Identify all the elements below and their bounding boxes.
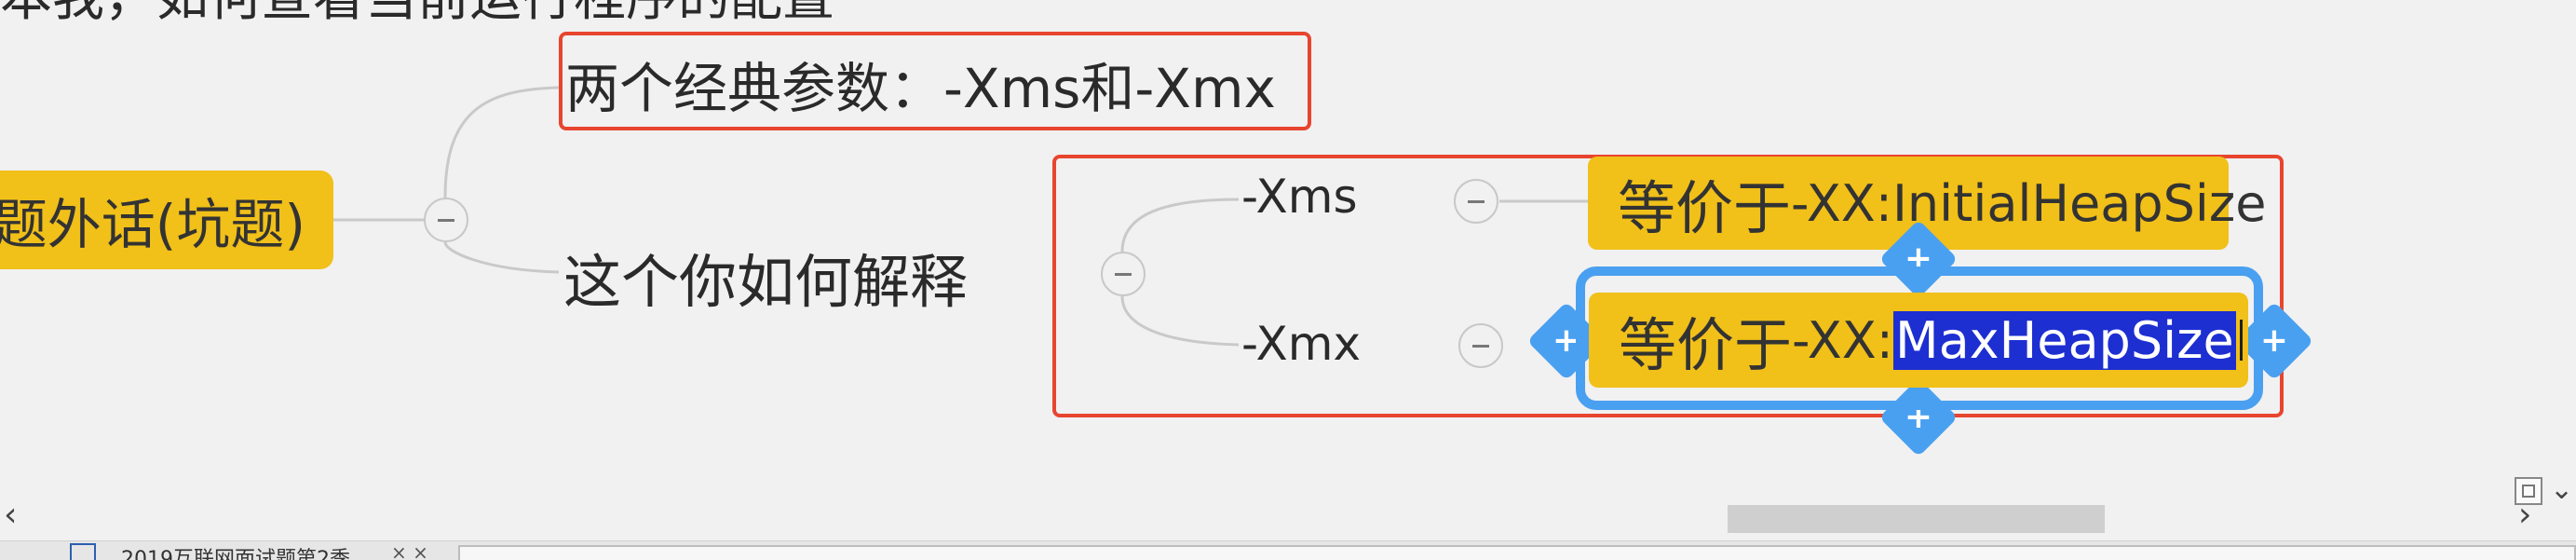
sub-topic-xmx[interactable]: -Xmx: [1241, 317, 1361, 371]
xmx-equiv-selected-text[interactable]: MaxHeapSize: [1893, 310, 2236, 370]
collapse-button-xms[interactable]: [1454, 179, 1498, 224]
text-cursor: [2239, 320, 2243, 361]
xms-equiv-cjk: 等价于: [1618, 174, 1792, 242]
sub-topic-xms[interactable]: -Xms: [1241, 170, 1358, 224]
chevron-down-icon[interactable]: ⌄: [2550, 473, 2573, 506]
collapse-button-explain[interactable]: [1101, 252, 1146, 296]
tab-strip-area: [458, 545, 2576, 560]
horizontal-scrollbar[interactable]: ‹ ›: [0, 485, 2576, 540]
xmx-equiv-prefix: -XX:: [1792, 310, 1893, 370]
fit-view-button[interactable]: [2515, 477, 2542, 505]
scroll-left-arrow[interactable]: ‹: [4, 496, 17, 534]
document-icon: [70, 543, 96, 560]
branch-explain[interactable]: 这个你如何解释: [563, 235, 968, 319]
tab-close-icon[interactable]: × ×: [391, 541, 428, 560]
document-tab-title[interactable]: 2019互联网面试题第2季: [121, 542, 350, 560]
xmx-equiv-cjk: 等价于: [1619, 311, 1793, 379]
root-topic-node[interactable]: 题外话(坑题): [0, 171, 333, 269]
node-xmx-equivalent[interactable]: 等价于 -XX: MaxHeapSize: [1589, 293, 2248, 388]
xms-equiv-value: -XX:InitialHeapSize: [1791, 173, 2267, 233]
document-tab-bar: 2019互联网面试题第2季 × ×: [0, 540, 2576, 560]
scroll-thumb[interactable]: [1728, 505, 2105, 533]
mindmap-canvas[interactable]: 本我，如何查看当前运行程序的配置 题外话(坑题) 两个经典参数：-Xms和-Xm…: [0, 0, 2576, 540]
branch-classic-params-text: 两个经典参数：-Xms和-Xmx: [565, 57, 1276, 120]
branch-classic-params[interactable]: 两个经典参数：-Xms和-Xmx: [565, 45, 1276, 123]
collapse-button-root[interactable]: [424, 198, 468, 242]
collapse-button-xmx[interactable]: [1458, 323, 1503, 368]
